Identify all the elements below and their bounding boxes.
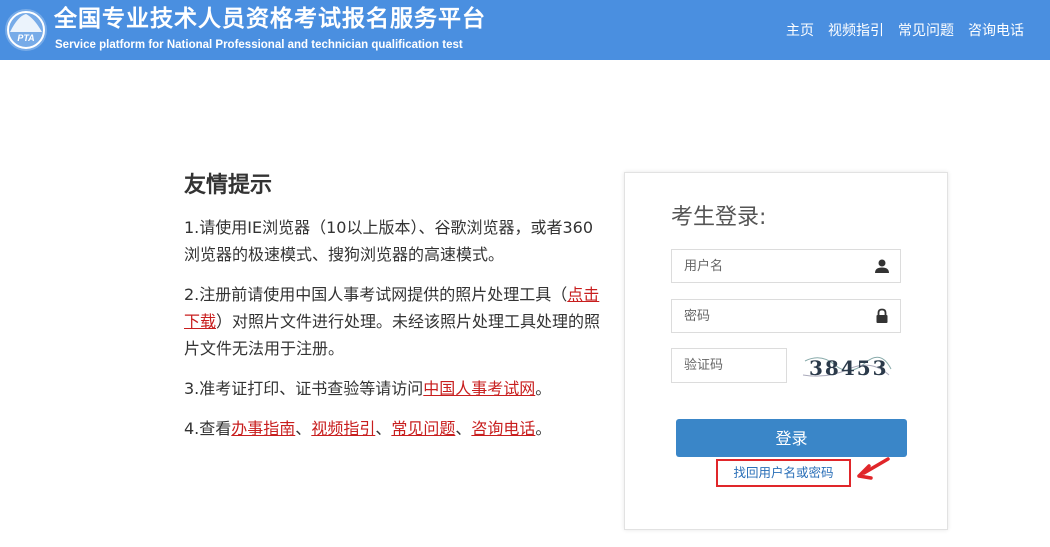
pta-logo-icon: PTA <box>5 9 47 51</box>
tip-item-1: 1.请使用IE浏览器（10以上版本）、谷歌浏览器，或者360浏览器的极速模式、搜… <box>184 214 604 268</box>
tip-item-4-post: 。 <box>535 419 552 438</box>
red-arrow-icon <box>857 457 890 480</box>
cpta-site-link[interactable]: 中国人事考试网 <box>423 379 535 398</box>
tip-item-2: 2.注册前请使用中国人事考试网提供的照片处理工具（点击下载）对照片文件进行处理。… <box>184 281 604 362</box>
faq-link[interactable]: 常见问题 <box>391 419 455 438</box>
top-header: PTA 全国专业技术人员资格考试报名服务平台 Service platform … <box>0 0 1050 60</box>
site-subtitle: Service platform for National Profession… <box>55 39 463 51</box>
nav-video-guide-link[interactable]: 视频指引 <box>828 20 884 40</box>
captcha-image[interactable]: 38453 <box>801 349 893 383</box>
user-icon <box>875 259 889 273</box>
lock-icon <box>876 308 888 323</box>
recover-highlight-box: 找回用户名或密码 <box>716 459 851 487</box>
tip-item-3-post: 。 <box>535 379 552 398</box>
top-nav: 主页 视频指引 常见问题 咨询电话 <box>786 20 1024 40</box>
password-field <box>671 299 901 333</box>
tip-item-2-post: ）对照片文件进行处理。未经该照片处理工具处理的照片文件无法用于注册。 <box>184 312 601 358</box>
nav-contact-link[interactable]: 咨询电话 <box>968 20 1024 40</box>
separator: 、 <box>455 419 472 438</box>
tips-heading: 友情提示 <box>184 173 273 198</box>
username-field <box>671 249 901 283</box>
tip-item-2-pre: 2.注册前请使用中国人事考试网提供的照片处理工具（ <box>184 285 568 304</box>
tip-item-4: 4.查看办事指南、视频指引、常见问题、咨询电话。 <box>184 415 604 442</box>
login-button[interactable]: 登录 <box>676 419 907 457</box>
tip-item-3: 3.准考证打印、证书查验等请访问中国人事考试网。 <box>184 375 604 402</box>
login-title: 考生登录: <box>671 205 767 230</box>
tip-item-1-text: 1.请使用IE浏览器（10以上版本）、谷歌浏览器，或者360浏览器的极速模式、搜… <box>184 218 593 264</box>
nav-home-link[interactable]: 主页 <box>786 20 814 40</box>
captcha-code: 38453 <box>809 356 889 380</box>
recover-account-link[interactable]: 找回用户名或密码 <box>718 461 849 485</box>
logo-text: PTA <box>17 33 34 43</box>
captcha-input[interactable] <box>672 349 788 382</box>
separator: 、 <box>295 419 312 438</box>
username-input[interactable] <box>672 250 864 282</box>
separator: 、 <box>375 419 392 438</box>
nav-faq-link[interactable]: 常见问题 <box>898 20 954 40</box>
tips-panel: 友情提示 1.请使用IE浏览器（10以上版本）、谷歌浏览器，或者360浏览器的极… <box>184 168 604 455</box>
captcha-field <box>671 348 788 383</box>
guide-link[interactable]: 办事指南 <box>231 419 295 438</box>
tip-item-3-pre: 3.准考证打印、证书查验等请访问 <box>184 379 424 398</box>
video-guide-link[interactable]: 视频指引 <box>311 419 375 438</box>
contact-link[interactable]: 咨询电话 <box>471 419 535 438</box>
login-panel: 考生登录: 38453 登录 找回用户名或密码 <box>624 172 948 530</box>
tip-item-4-pre: 4.查看 <box>184 419 232 438</box>
site-title: 全国专业技术人员资格考试报名服务平台 <box>54 6 486 32</box>
password-input[interactable] <box>672 300 864 332</box>
